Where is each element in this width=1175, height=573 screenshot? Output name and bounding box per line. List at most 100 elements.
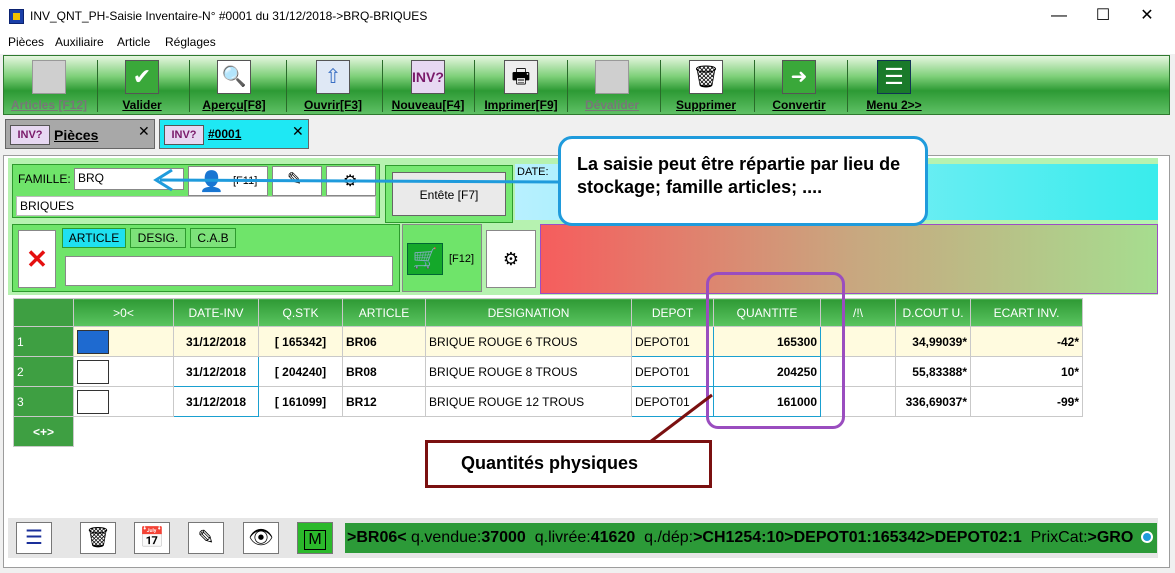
row-select-cell[interactable] [73,386,174,417]
depot-cell[interactable]: DEPOT01 [631,386,714,417]
row-number: 2 [13,356,74,387]
row-number: 3 [13,386,74,417]
convertir-button[interactable]: ➜ Convertir [759,56,839,114]
imprimer-button[interactable]: 🖶 Imprimer[F9] [477,56,565,114]
designation-cell: BRIQUE ROUGE 12 TROUS [425,386,632,417]
date-cell: 31/12/2018 [173,326,259,357]
row-checkbox[interactable] [77,359,109,384]
printer-icon: 🖶 [504,60,538,94]
eye-icon: 👁 [248,527,274,549]
row-select-cell[interactable] [73,326,174,357]
depot-cell[interactable]: DEPOT01 [631,356,714,387]
toolbar: Articles [F12] ✔ Valider 🔍 Aperçu[F8] ⇧ … [3,55,1170,115]
article-settings-button[interactable]: ⚙ [486,230,536,288]
callout-repartition: La saisie peut être répartie par lieu de… [558,136,928,226]
row-checkbox[interactable] [77,329,109,354]
cout-cell: 55,83388* [895,356,971,387]
row-checkbox[interactable] [77,389,109,414]
minimize-button[interactable]: — [1036,3,1082,29]
date-cell[interactable]: 31/12/2018 [173,356,259,387]
col-date-inv[interactable]: DATE-INV [173,298,259,327]
ecart-cell: -42* [970,326,1083,357]
articles-button[interactable]: Articles [F12] [4,56,94,114]
menu-pieces[interactable]: Pièces [8,35,44,49]
col-designation[interactable]: DESIGNATION [425,298,632,327]
m-button[interactable]: M [297,522,333,554]
ecart-cell: -99* [970,386,1083,417]
status-article: >BR06< [347,529,407,546]
delete-row-button[interactable]: 🗑 [80,522,116,554]
tab-cab[interactable]: C.A.B [190,228,236,248]
add-row-button[interactable]: <+> [13,416,74,447]
col-article[interactable]: ARTICLE [342,298,426,327]
article-icon [32,60,66,94]
qstk-cell: [ 161099] [258,386,343,417]
edit-row-button[interactable]: ✎ [188,522,224,554]
menu-bar: Pièces Auxiliaire Article Réglages [0,32,1175,54]
article-cell: BR06 [342,326,426,357]
info-panel [540,224,1158,294]
maximize-button[interactable]: ☐ [1080,3,1126,29]
col-cout[interactable]: D.COUT U. [895,298,971,327]
col-qstk[interactable]: Q.STK [258,298,343,327]
settings-icon: ⚙ [343,173,358,190]
nouveau-button[interactable]: INV? Nouveau[F4] [384,56,472,114]
row-select-cell[interactable] [73,356,174,387]
cout-cell: 34,99039* [895,326,971,357]
tab-pieces[interactable]: INV? Pièces ✕ [5,119,155,149]
status-livree-label: q.livrée: [534,529,591,546]
quantite-highlight [706,272,845,429]
designation-cell: BRIQUE ROUGE 8 TROUS [425,356,632,387]
close-button[interactable]: ✕ [1124,3,1170,29]
ouvrir-button[interactable]: ⇧ Ouvrir[F3] [292,56,374,114]
close-tab-icon[interactable]: ✕ [292,123,304,140]
devalider-button[interactable]: Dévalider [572,56,652,114]
menu-auxiliaire[interactable]: Auxiliaire [55,35,104,49]
depot-cell[interactable]: DEPOT01 [631,326,714,357]
col-depot[interactable]: DEPOT [631,298,714,327]
menu-reglages[interactable]: Réglages [165,35,216,49]
famille-name-field: BRIQUES [16,196,376,216]
qstk-cell: [ 204240] [258,356,343,387]
title-bar: INV_QNT_PH-Saisie Inventaire-N° #0001 du… [0,0,1175,32]
status-bar: >BR06< q.vendue:37000 q.livrée:41620 q./… [345,523,1157,553]
calendar-button[interactable]: 📅 [134,522,170,554]
scroll-indicator[interactable] [1141,531,1153,543]
famille-settings-button[interactable]: ⚙ [326,166,376,196]
col-select[interactable]: >0< [73,298,174,327]
search-input[interactable] [65,256,393,286]
supprimer-button[interactable]: 🗑 Supprimer [666,56,746,114]
close-icon: ✕ [26,244,48,274]
status-prixcat-label: PrixCat: [1030,529,1088,546]
col-ecart[interactable]: ECART INV. [970,298,1083,327]
corner-cell [13,298,74,327]
menu2-button[interactable]: ☰ Menu 2>> [852,56,936,114]
app-icon [9,9,24,24]
edit-famille-button[interactable]: ✎ [272,166,322,196]
tab-0001[interactable]: INV? #0001 ✕ [159,119,309,149]
menu-article[interactable]: Article [117,35,150,49]
clear-search-button[interactable]: ✕ [18,230,56,288]
table-row[interactable]: 2 31/12/2018 [ 204240] BR08 BRIQUE ROUGE… [13,356,1083,387]
famille-input[interactable]: BRQ [74,168,184,190]
table-row[interactable]: 3 31/12/2018 [ 161099] BR12 BRIQUE ROUGE… [13,386,1083,417]
table-row[interactable]: 1 31/12/2018 [ 165342] BR06 BRIQUE ROUGE… [13,326,1083,357]
tab-article[interactable]: ARTICLE [62,228,126,248]
famille-search-button[interactable]: 👤 [F11] [188,166,268,196]
valider-button[interactable]: ✔ Valider [102,56,182,114]
tab-desig[interactable]: DESIG. [130,228,186,248]
date-cell[interactable]: 31/12/2018 [173,386,259,417]
cart-button[interactable]: 🛒 [F12] [402,224,482,292]
trash-icon: 🗑 [689,60,723,94]
inv-icon: INV? [164,125,204,145]
entete-button[interactable]: Entête [F7] [392,172,506,216]
list-menu-button[interactable]: ☰ [16,522,52,554]
status-dep-label: q./dép: [644,529,694,546]
close-tab-icon[interactable]: ✕ [138,123,150,140]
apercu-button[interactable]: 🔍 Aperçu[F8] [194,56,274,114]
view-button[interactable]: 👁 [243,522,279,554]
qstk-cell: [ 165342] [258,326,343,357]
person-icon: 👤 [199,171,224,193]
status-livree: 41620 [590,529,636,546]
new-inv-icon: INV? [411,60,445,94]
